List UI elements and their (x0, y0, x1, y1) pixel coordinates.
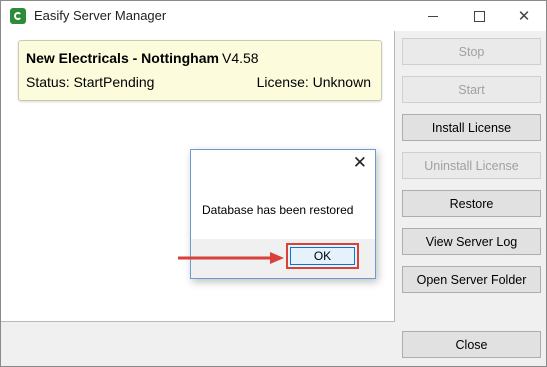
open-server-folder-button[interactable]: Open Server Folder (402, 266, 541, 293)
server-license: License: Unknown (256, 74, 371, 90)
server-status: Status: StartPending (26, 74, 155, 90)
start-button[interactable]: Start (402, 76, 541, 103)
close-button[interactable]: Close (402, 331, 541, 358)
app-window: Easify Server Manager ✕ New Electricals … (0, 0, 547, 367)
minimize-icon (428, 15, 438, 17)
server-name: New Electricals - Nottingham (26, 50, 219, 66)
install-license-button[interactable]: Install License (402, 114, 541, 141)
dialog-close-icon[interactable]: ✕ (353, 153, 367, 173)
view-server-log-button[interactable]: View Server Log (402, 228, 541, 255)
restore-button[interactable]: Restore (402, 190, 541, 217)
window-close-button[interactable]: ✕ (501, 1, 547, 31)
minimize-button[interactable] (410, 1, 456, 31)
annotation-arrow-icon (178, 252, 284, 264)
close-icon: ✕ (517, 8, 531, 25)
title-bar: Easify Server Manager ✕ (1, 1, 546, 31)
server-version: V4.58 (222, 50, 259, 66)
app-logo-icon (10, 8, 26, 24)
uninstall-license-button[interactable]: Uninstall License (402, 152, 541, 179)
maximize-icon (473, 10, 485, 22)
ok-button[interactable]: OK (290, 247, 355, 265)
maximize-button[interactable] (456, 1, 502, 31)
window-title: Easify Server Manager (34, 8, 167, 23)
dialog-message: Database has been restored (202, 203, 354, 217)
server-card[interactable]: New Electricals - Nottingham V4.58 Statu… (18, 40, 382, 101)
stop-button[interactable]: Stop (402, 38, 541, 65)
